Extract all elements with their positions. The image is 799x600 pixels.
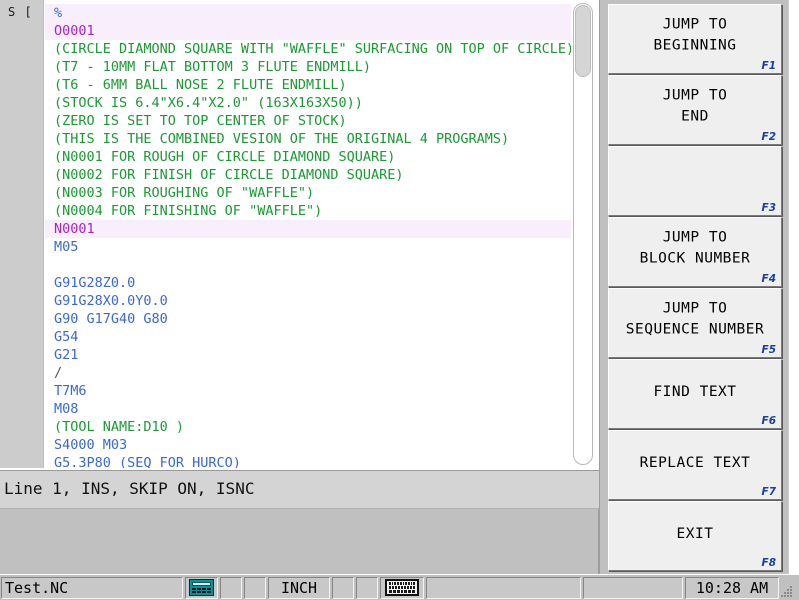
calculator-keys (192, 588, 211, 593)
code-line[interactable]: G91G28X0.0Y0.0 (45, 292, 571, 310)
taskbar-units-indicator[interactable]: INCH (268, 576, 330, 599)
code-line[interactable]: (STOCK IS 6.4"X6.4"X2.0" (163X163X50)) (45, 94, 571, 112)
lower-filler-panel (0, 508, 599, 575)
cnc-editor-window: S [ % O0001 (CIRCLE DIAMOND SQUARE WITH "W… (0, 0, 799, 600)
taskbar-units-label: INCH (280, 578, 318, 597)
function-key-label: EXIT (676, 525, 714, 542)
vertical-scrollbar[interactable] (573, 3, 593, 465)
taskbar-keyboard-button[interactable] (380, 576, 424, 599)
keyboard-row-3 (389, 590, 416, 593)
code-line[interactable]: O0001 (45, 22, 571, 40)
code-line[interactable]: G54 (45, 328, 571, 346)
editor-region: S [ % O0001 (CIRCLE DIAMOND SQUARE WITH "W… (0, 0, 599, 470)
status-line: Line 1, INS, SKIP ON, ISNC (0, 470, 599, 508)
function-key-hint: F1 (761, 60, 776, 72)
code-line[interactable]: (TOOL NAME:D10 ) (45, 418, 571, 436)
taskbar-clock-label: 10:28 AM (695, 578, 769, 597)
grip-dot (781, 594, 783, 597)
taskbar-calculator-button[interactable] (185, 576, 218, 599)
taskbar-slot-3[interactable] (332, 576, 354, 599)
filler-panel-edge (0, 509, 599, 575)
code-line[interactable]: N0001 (45, 220, 571, 238)
code-line[interactable]: (CIRCLE DIAMOND SQUARE WITH "WAFFLE" SUR… (45, 40, 571, 58)
taskbar-file-name[interactable]: Test.NC (1, 576, 183, 599)
code-line[interactable] (45, 256, 571, 274)
code-line[interactable]: M05 (45, 238, 571, 256)
taskbar-clock[interactable]: 10:28 AM (685, 576, 779, 599)
function-key-hint: F4 (761, 273, 776, 285)
code-line[interactable]: G90 G17G40 G80 (45, 310, 571, 328)
grip-dot (790, 588, 792, 591)
grip-dot (787, 594, 789, 597)
code-line[interactable]: (ZERO IS SET TO TOP CENTER OF STOCK) (45, 112, 571, 130)
panel-right-edge (788, 0, 799, 574)
calculator-screen (192, 582, 211, 586)
taskbar-slot-1[interactable] (220, 576, 242, 599)
function-key-jump-to-block-number[interactable]: JUMP TO BLOCK NUMBER F4 (608, 217, 782, 287)
keyboard-row-1 (389, 582, 416, 585)
function-key-find-text[interactable]: FIND TEXT F6 (608, 359, 782, 429)
function-key-label: JUMP TO BEGINNING (653, 16, 737, 54)
calculator-icon (189, 579, 214, 596)
grip-dot (787, 588, 789, 591)
code-line[interactable]: (N0003 FOR ROUGHING OF "WAFFLE") (45, 184, 571, 202)
code-text-area[interactable]: % O0001 (CIRCLE DIAMOND SQUARE WITH "WAFFL… (45, 0, 571, 468)
gutter-marker-label: S [ (8, 5, 33, 19)
function-key-jump-to-sequence-number[interactable]: JUMP TO SEQUENCE NUMBER F5 (608, 288, 782, 358)
function-key-hint: F7 (761, 486, 776, 498)
function-key-label: JUMP TO BLOCK NUMBER (639, 229, 751, 267)
grip-dot (784, 594, 786, 597)
editor-gutter: S [ (0, 0, 44, 468)
function-key-hint: F5 (761, 344, 776, 356)
grip-dot (790, 594, 792, 597)
code-line[interactable]: T7M6 (45, 382, 571, 400)
grip-dot (784, 591, 786, 594)
code-line[interactable]: G21 (45, 346, 571, 364)
function-key-hint: F6 (761, 415, 776, 427)
grip-dot (787, 591, 789, 594)
code-line[interactable]: / (45, 364, 571, 382)
function-key-hint: F3 (761, 202, 776, 214)
function-key-label: JUMP TO END (662, 87, 728, 125)
code-line[interactable]: M08 (45, 400, 571, 418)
code-line[interactable]: G5.3P80 (SEQ FOR HURCO) (45, 454, 571, 468)
taskbar-file-name-label: Test.NC (5, 578, 69, 597)
function-key-panel: JUMP TO BEGINNING F1 JUMP TO END F2 F3 JUMP T… (599, 0, 799, 574)
function-key-jump-to-end[interactable]: JUMP TO END F2 (608, 75, 782, 145)
function-key-hint: F2 (761, 131, 776, 143)
keyboard-icon (385, 579, 419, 596)
code-line[interactable]: (N0004 FOR FINISHING OF "WAFFLE") (45, 202, 571, 220)
function-key-f3[interactable]: F3 (608, 146, 782, 216)
code-line[interactable]: (THIS IS THE COMBINED VESION OF THE ORIG… (45, 130, 571, 148)
window-resize-grip[interactable] (780, 577, 794, 599)
code-line[interactable]: (T6 - 6MM BALL NOSE 2 FLUTE ENDMILL) (45, 76, 571, 94)
code-line[interactable]: G91G28Z0.0 (45, 274, 571, 292)
code-line[interactable]: S4000 M03 (45, 436, 571, 454)
status-text: Line 1, INS, SKIP ON, ISNC (4, 479, 255, 498)
code-line[interactable]: % (45, 4, 571, 22)
function-key-hint: F8 (761, 557, 776, 569)
function-key-label: JUMP TO SEQUENCE NUMBER (625, 300, 765, 338)
function-key-label: REPLACE TEXT (639, 454, 751, 471)
grip-dot (790, 585, 792, 588)
function-key-jump-to-beginning[interactable]: JUMP TO BEGINNING F1 (608, 4, 782, 74)
taskbar-slot-4[interactable] (356, 576, 378, 599)
vertical-scrollbar-thumb[interactable] (575, 5, 591, 77)
taskbar-slot-6[interactable] (583, 576, 683, 599)
code-line[interactable]: (T7 - 10MM FLAT BOTTOM 3 FLUTE ENDMILL) (45, 58, 571, 76)
function-key-exit[interactable]: EXIT F8 (608, 501, 782, 571)
taskbar-slot-5[interactable] (426, 576, 581, 599)
keyboard-row-2 (389, 586, 415, 589)
code-line[interactable]: (N0001 FOR ROUGH OF CIRCLE DIAMOND SQUAR… (45, 148, 571, 166)
taskbar-slot-2[interactable] (244, 576, 266, 599)
taskbar: Test.NC INCH 10:28 AM (0, 574, 799, 600)
function-key-label: FIND TEXT (653, 383, 737, 400)
function-key-replace-text[interactable]: REPLACE TEXT F7 (608, 430, 782, 500)
code-line[interactable]: (N0002 FOR FINISH OF CIRCLE DIAMOND SQUA… (45, 166, 571, 184)
grip-dot (790, 591, 792, 594)
